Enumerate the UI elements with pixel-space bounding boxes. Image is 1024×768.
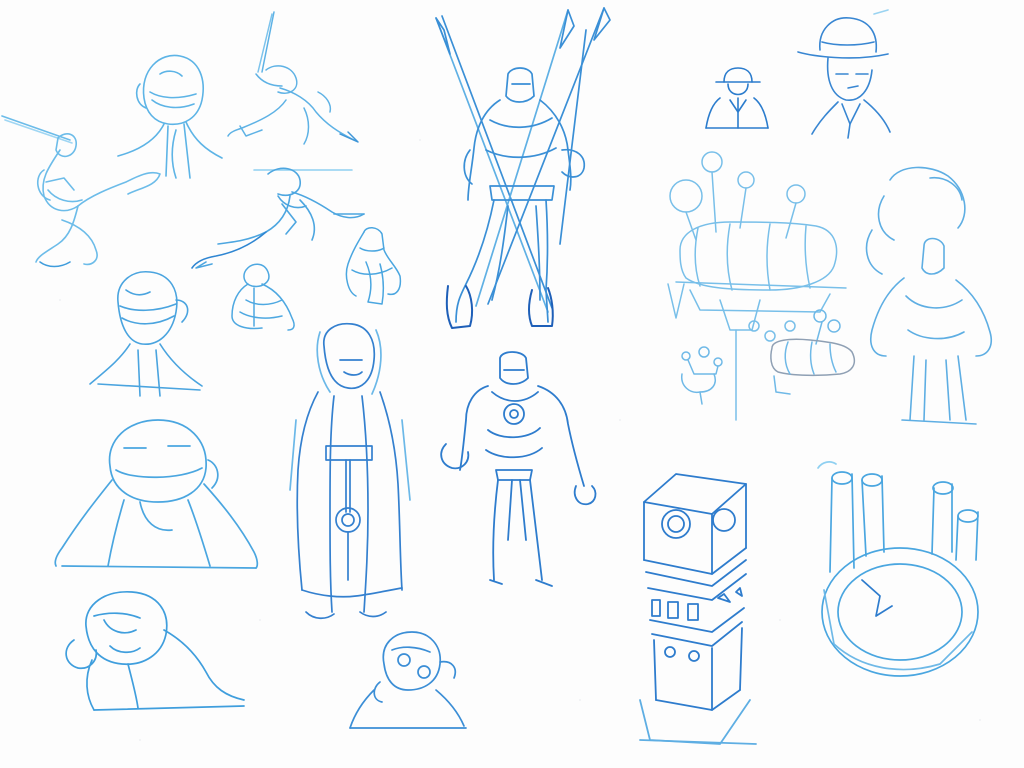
crouching-figure-sketch: [231, 263, 295, 331]
vehicle-sketch: [681, 309, 856, 405]
sketch-canvas: [1, 7, 992, 745]
airship-sketch: [667, 151, 847, 421]
ring-pipes-sketch: [817, 461, 979, 677]
armored-torso-sketch: [345, 227, 402, 305]
masked-bust-sketch: [89, 271, 203, 397]
running-swordsman-sketch: [227, 11, 359, 145]
round-head-sketch: [349, 631, 467, 729]
fedora-bust-sketch: [797, 9, 891, 139]
heavy-hooded-bust-sketch: [54, 419, 259, 569]
spearman-sketch: [435, 7, 611, 329]
sketch-sheet: [0, 0, 1024, 768]
coiled-hair-figure-sketch: [865, 166, 992, 425]
leaping-swordsman-sketch: [1, 115, 161, 268]
clock-tower-sketch: [639, 473, 757, 745]
fedora-silhouette-sketch: [705, 67, 769, 129]
flying-kick-sketch: [191, 167, 365, 269]
hooded-head-sketch: [117, 54, 223, 179]
bulky-head-sketch: [65, 591, 245, 711]
long-coat-figure-sketch: [289, 322, 411, 620]
armored-hero-sketch: [440, 351, 597, 587]
